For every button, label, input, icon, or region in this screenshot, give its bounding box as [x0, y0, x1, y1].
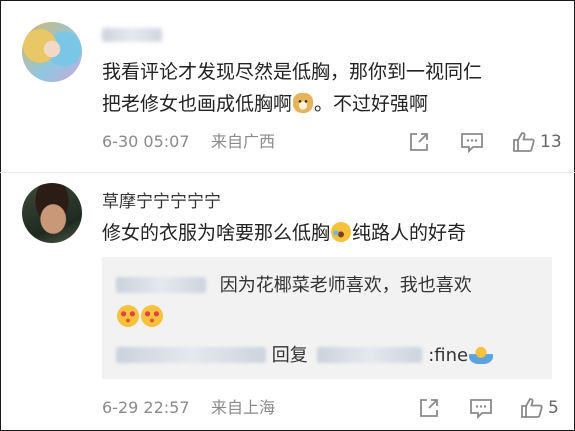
reply-author-blurred[interactable] [116, 277, 206, 293]
comment-text-line: 修女的衣服为啥要那么低胸 纯路人的好奇 [102, 217, 552, 249]
reply-item-1[interactable]: 因为花椰菜老师喜欢，我也喜欢 [116, 271, 472, 297]
username[interactable]: 草摩宁宁宁宁宁 [102, 187, 221, 212]
reply-item-1-emojis [116, 305, 164, 329]
reply-thread[interactable]: 因为花椰菜老师喜欢，我也喜欢 回复 :fine [102, 257, 552, 379]
comment-icon [470, 399, 492, 419]
comment-meta-row-1: 6-30 05:07 来自广西 13 [0, 130, 575, 154]
comment-button[interactable] [469, 396, 493, 420]
comment-text-line-2: 把老修女也画成低胸啊 。不过好强啊 [102, 88, 552, 120]
reply-text: 因为花椰菜老师喜欢，我也喜欢 [219, 275, 472, 296]
comment-meta-row-2: 6-29 22:57 来自上海 5 [0, 396, 575, 420]
heart-face-emoji-icon [117, 305, 139, 327]
comment-divider [0, 172, 575, 173]
location: 来自广西 [211, 132, 276, 151]
thumbs-up-icon [521, 398, 543, 418]
share-icon [420, 399, 438, 417]
reply-connector-text: 回复 [271, 345, 308, 366]
share-icon [410, 133, 428, 151]
shrug-emoji-icon [469, 346, 494, 364]
share-button[interactable] [408, 130, 430, 154]
doge-emoji-icon [293, 93, 314, 113]
like-button[interactable]: 13 [512, 130, 562, 154]
share-button[interactable] [418, 396, 440, 420]
reply-item-2[interactable]: 回复 :fine [116, 341, 494, 367]
comment-text-part-1: 修女的衣服为啥要那么低胸 [102, 222, 331, 244]
avatar[interactable] [22, 22, 82, 82]
reply-target-blurred[interactable] [317, 347, 423, 363]
comment-icon [461, 133, 483, 153]
timestamp: 6-30 05:07 [102, 132, 190, 151]
comment-text-part-2: 纯路人的好奇 [352, 222, 467, 244]
comment-text-line-2-part-2: 。不过好强啊 [314, 93, 429, 115]
comment-text: 修女的衣服为啥要那么低胸 纯路人的好奇 [102, 217, 552, 249]
avatar[interactable] [22, 183, 82, 243]
timestamp: 6-29 22:57 [102, 398, 190, 417]
like-count: 13 [540, 132, 562, 152]
reply-text: :fine [428, 345, 469, 366]
username-blurred[interactable] [102, 28, 162, 42]
like-count: 5 [548, 398, 559, 418]
laugh-cry-emoji-icon [331, 222, 352, 242]
like-button[interactable]: 5 [520, 396, 559, 420]
comment-button[interactable] [460, 130, 484, 154]
comment-text-line-1: 我看评论才发现尽然是低胸，那你到一视同仁 [102, 61, 483, 83]
thumbs-up-icon [513, 132, 535, 152]
reply-author-blurred[interactable] [116, 347, 266, 363]
location: 来自上海 [211, 398, 276, 417]
comment-text: 我看评论才发现尽然是低胸，那你到一视同仁 把老修女也画成低胸啊 。不过好强啊 [102, 56, 552, 120]
comment-text-line-2-part-1: 把老修女也画成低胸啊 [102, 93, 293, 115]
heart-face-emoji-icon [141, 305, 163, 327]
